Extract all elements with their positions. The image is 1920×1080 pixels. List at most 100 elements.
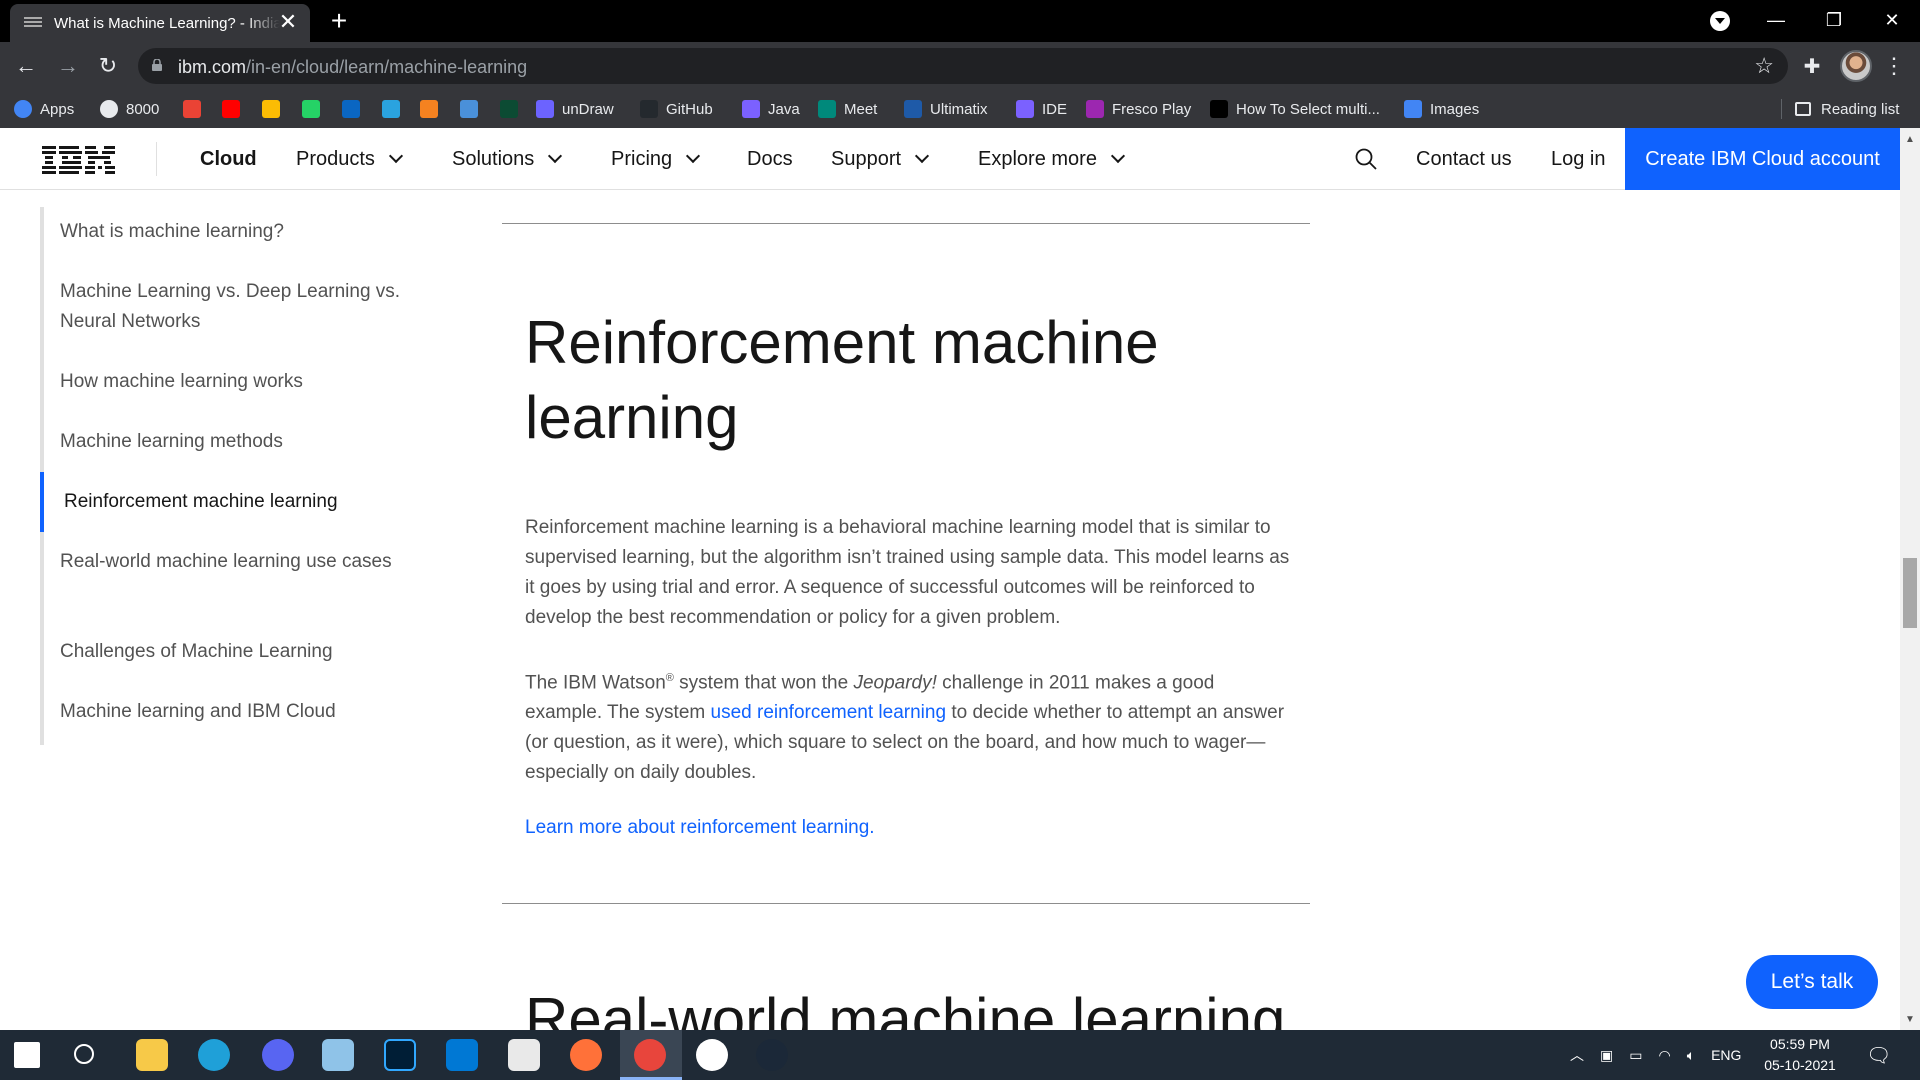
clock-time: 05:59 PM [1770, 1036, 1830, 1052]
back-icon[interactable]: ← [10, 50, 42, 82]
reload-icon[interactable]: ↻ [92, 50, 124, 82]
bookmark-label: How To Select multi... [1236, 100, 1380, 118]
firefox-icon[interactable] [570, 1039, 602, 1071]
toc-item[interactable]: Real-world machine learning use cases [44, 547, 414, 577]
paint-icon[interactable] [508, 1039, 540, 1071]
meet-now-icon[interactable]: ▣ [1600, 1047, 1613, 1064]
meet-icon [818, 100, 836, 118]
bookmark-item[interactable] [222, 90, 248, 128]
github-icon [640, 100, 658, 118]
telegram-icon [382, 100, 400, 118]
toc-item[interactable]: Machine learning methods [44, 427, 414, 457]
ibm-favicon-icon [24, 17, 42, 27]
contact-us-link[interactable]: Contact us [1416, 128, 1512, 190]
vscode-icon[interactable] [446, 1039, 478, 1071]
nav-support[interactable]: Support [831, 128, 930, 190]
clock[interactable]: 05:59 PM 05-10-2021 [1755, 1034, 1845, 1076]
scroll-up-icon[interactable]: ▲ [1904, 134, 1916, 145]
bookmark-star-icon[interactable]: ☆ [1754, 53, 1774, 79]
used-reinforcement-learning-link[interactable]: used reinforcement learning [711, 702, 947, 723]
clock-date: 05-10-2021 [1764, 1057, 1836, 1073]
wifi-icon[interactable]: ◠ [1658, 1047, 1670, 1064]
bookmark-item[interactable] [342, 90, 368, 128]
bookmark-item[interactable]: Images [1404, 90, 1479, 128]
bookmark-item[interactable]: Java [742, 90, 800, 128]
bookmark-item[interactable]: 8000 [100, 90, 159, 128]
toc-item[interactable]: Reinforcement machine learning [40, 472, 410, 532]
bookmark-item[interactable]: IDE [1016, 90, 1067, 128]
bookmark-label: GitHub [666, 100, 713, 118]
bolt-icon [1016, 100, 1034, 118]
toc-item[interactable]: Machine Learning vs. Deep Learning vs. N… [44, 277, 414, 337]
toc-item[interactable]: What is machine learning? [44, 217, 414, 247]
notifications-icon[interactable]: 🗨︎ [1866, 1030, 1891, 1080]
bookmark-item[interactable] [460, 90, 486, 128]
profile-avatar[interactable] [1840, 50, 1872, 82]
browser-tab[interactable]: What is Machine Learning? - India | IBM … [10, 4, 310, 42]
forward-icon[interactable]: → [52, 50, 84, 82]
bookmark-item[interactable] [302, 90, 328, 128]
bookmark-item[interactable] [382, 90, 408, 128]
scrollbar-thumb[interactable] [1903, 558, 1917, 628]
bookmark-item[interactable] [420, 90, 446, 128]
file-explorer-icon[interactable] [136, 1039, 168, 1071]
bookmark-item[interactable]: Ultimatix [904, 90, 988, 128]
windows-taskbar: ︿ ▣ ▭ ◠ 🔈︎ ENG 05:59 PM 05-10-2021 🗨︎ [0, 1030, 1920, 1080]
minimize-button[interactable]: — [1748, 0, 1804, 42]
tab-close-icon[interactable]: ✕ [276, 11, 300, 35]
restore-button[interactable]: ❐ [1806, 0, 1862, 42]
windows-start-icon[interactable] [14, 1042, 40, 1068]
toc-item[interactable]: How machine learning works [44, 367, 414, 397]
ibm-logo[interactable] [42, 146, 116, 174]
close-window-button[interactable]: ✕ [1864, 0, 1920, 42]
bookmark-item[interactable]: unDraw [536, 90, 614, 128]
chrome-icon[interactable] [634, 1039, 666, 1071]
create-account-button[interactable]: Create IBM Cloud account [1625, 128, 1900, 190]
nav-explore-more[interactable]: Explore more [978, 128, 1126, 190]
volume-icon[interactable]: 🔈︎ [1687, 1047, 1695, 1064]
bookmark-item[interactable] [262, 90, 288, 128]
search-icon[interactable] [1354, 147, 1378, 171]
bookmark-item[interactable] [183, 90, 209, 128]
photoshop-icon[interactable] [384, 1039, 416, 1071]
extensions-icon[interactable]: ✚ [1800, 54, 1824, 78]
nav-products[interactable]: Products [296, 128, 404, 190]
nav-solutions[interactable]: Solutions [452, 128, 563, 190]
bookmark-item[interactable]: Meet [818, 90, 877, 128]
discord-icon[interactable] [262, 1039, 294, 1071]
reading-list-button[interactable]: Reading list [1781, 90, 1899, 128]
word-icon[interactable] [696, 1039, 728, 1071]
bookmark-item[interactable]: How To Select multi... [1210, 90, 1380, 128]
browser-menu-icon[interactable]: ⋮ [1882, 50, 1906, 82]
toc-item[interactable]: Challenges of Machine Learning [44, 637, 414, 667]
address-bar[interactable]: ibm.com/in-en/cloud/learn/machine-learni… [138, 48, 1788, 84]
edge-icon[interactable] [198, 1039, 230, 1071]
nav-docs[interactable]: Docs [747, 128, 793, 190]
bookmark-label: IDE [1042, 100, 1068, 118]
battery-icon[interactable]: ▭ [1629, 1047, 1642, 1064]
steam-icon[interactable] [756, 1039, 788, 1071]
bookmark-item[interactable]: GitHub [640, 90, 713, 128]
learn-more-link[interactable]: Learn more about reinforcement learning. [525, 813, 875, 843]
drive-icon [262, 100, 280, 118]
nav-cloud[interactable]: Cloud [200, 128, 257, 190]
nav-pricing[interactable]: Pricing [611, 128, 701, 190]
tray-chevron-icon[interactable]: ︿ [1570, 1045, 1584, 1065]
notepad-icon[interactable] [322, 1039, 354, 1071]
new-tab-button[interactable]: + [324, 6, 354, 36]
bookmark-item[interactable] [500, 90, 526, 128]
scroll-down-icon[interactable]: ▼ [1904, 1014, 1916, 1025]
lets-talk-button[interactable]: Let’s talk [1746, 955, 1878, 1009]
page-scrollbar[interactable]: ▲ ▼ [1900, 128, 1920, 1030]
login-link[interactable]: Log in [1551, 128, 1606, 190]
bookmark-item[interactable]: Fresco Play [1086, 90, 1191, 128]
toc-item[interactable]: Machine learning and IBM Cloud [44, 697, 414, 727]
search-icon[interactable] [74, 1044, 94, 1064]
tab-search-icon[interactable] [1710, 11, 1730, 31]
language-indicator[interactable]: ENG [1711, 1047, 1741, 1063]
fresco-icon [1086, 100, 1104, 118]
dj-icon [500, 100, 518, 118]
chevron-down-icon [1110, 148, 1126, 164]
bookmark-item[interactable]: Apps [14, 90, 74, 128]
chevron-down-icon [686, 148, 701, 164]
